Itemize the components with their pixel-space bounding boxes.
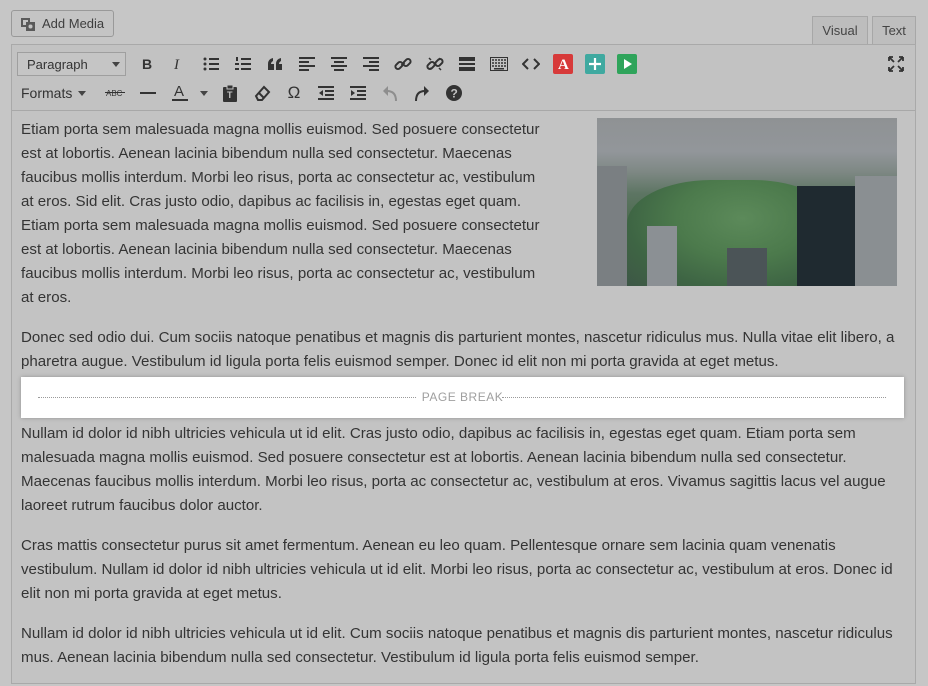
read-more-icon[interactable] — [454, 51, 480, 77]
fullscreen-icon[interactable] — [883, 51, 909, 77]
insert-link-icon[interactable] — [390, 51, 416, 77]
media-icon — [20, 16, 36, 32]
align-right-icon[interactable] — [358, 51, 384, 77]
format-select-value: Paragraph — [27, 56, 88, 72]
svg-text:A: A — [174, 83, 184, 100]
svg-text:T: T — [227, 90, 233, 100]
tab-visual[interactable]: Visual — [812, 16, 868, 44]
align-left-icon[interactable] — [294, 51, 320, 77]
add-media-label: Add Media — [42, 16, 105, 31]
paragraph-4: Cras mattis consectetur purus sit amet f… — [21, 537, 893, 602]
strikethrough-icon[interactable]: ABC — [102, 80, 128, 106]
bulleted-list-icon[interactable] — [198, 51, 224, 77]
redo-icon[interactable] — [409, 80, 435, 106]
editor-toolbar: Paragraph B I A Formats ABC A T Ω ? — [12, 45, 915, 111]
chevron-down-icon[interactable] — [191, 80, 217, 106]
paragraph-3: Nullam id dolor id nibh ultricies vehicu… — [21, 425, 886, 514]
horizontal-line-icon[interactable] — [135, 80, 161, 106]
chevron-down-icon — [112, 62, 120, 67]
text-color-icon[interactable]: A — [167, 80, 193, 106]
svg-text:B: B — [142, 57, 152, 71]
increase-indent-icon[interactable] — [345, 80, 371, 106]
decrease-indent-icon[interactable] — [313, 80, 339, 106]
formats-dropdown[interactable]: Formats — [21, 82, 87, 104]
editor-content[interactable]: Etiam porta sem malesuada magna mollis e… — [21, 118, 897, 390]
remove-link-icon[interactable] — [422, 51, 448, 77]
paragraph-2: Donec sed odio dui. Cum sociis natoque p… — [21, 329, 895, 370]
undo-icon[interactable] — [377, 80, 403, 106]
paste-text-icon[interactable]: T — [217, 80, 243, 106]
clear-formatting-icon[interactable] — [249, 80, 275, 106]
paragraph-format-select[interactable]: Paragraph — [17, 52, 126, 76]
page-break-label: PAGE BREAK — [421, 390, 504, 404]
city-park-image[interactable] — [597, 118, 897, 286]
page-break[interactable]: PAGE BREAK — [21, 377, 904, 418]
toolbar-row-1: Paragraph B I A — [12, 50, 915, 78]
add-icon[interactable] — [582, 51, 608, 77]
bold-icon[interactable]: B — [134, 51, 160, 77]
building-tower — [797, 186, 855, 286]
code-icon[interactable] — [518, 51, 544, 77]
svg-text:?: ? — [451, 87, 458, 101]
adobe-icon[interactable]: A — [550, 51, 576, 77]
italic-icon[interactable]: I — [165, 51, 191, 77]
tab-text[interactable]: Text — [872, 16, 916, 44]
building — [647, 226, 677, 286]
building-right — [855, 176, 897, 286]
formats-label: Formats — [21, 85, 73, 101]
editor-content-continued[interactable]: Nullam id dolor id nibh ultricies vehicu… — [21, 422, 897, 686]
toolbar-row-2: Formats ABC A T Ω ? — [12, 79, 915, 107]
building-left — [597, 166, 627, 286]
play-icon[interactable] — [614, 51, 640, 77]
chevron-down-icon — [78, 90, 87, 96]
paragraph-5: Nullam id dolor id nibh ultricies vehicu… — [21, 625, 893, 666]
svg-text:I: I — [173, 57, 180, 71]
blockquote-icon[interactable] — [262, 51, 288, 77]
numbered-list-icon[interactable] — [230, 51, 256, 77]
align-center-icon[interactable] — [326, 51, 352, 77]
svg-text:A: A — [558, 57, 569, 73]
toolbar-toggle-icon[interactable] — [486, 51, 512, 77]
building — [727, 248, 767, 286]
svg-text:ABC: ABC — [106, 89, 123, 98]
special-character-icon[interactable]: Ω — [281, 80, 307, 106]
add-media-button[interactable]: Add Media — [11, 10, 115, 37]
help-icon[interactable]: ? — [441, 80, 467, 106]
